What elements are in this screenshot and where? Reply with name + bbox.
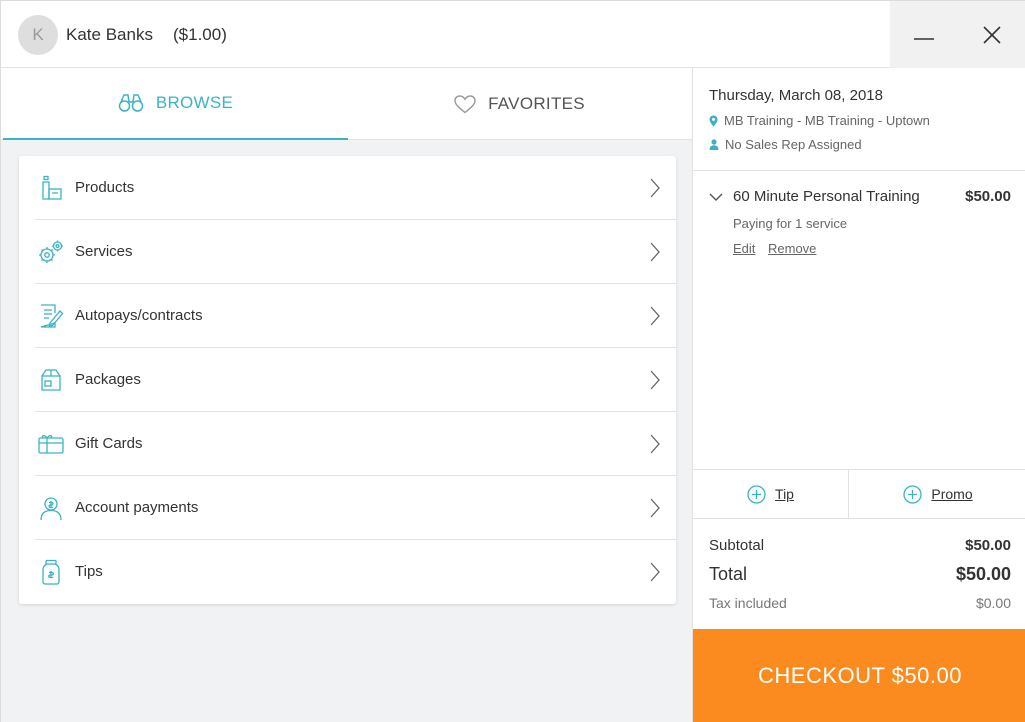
browse-item-tips[interactable]: Tips <box>35 540 676 604</box>
chevron-right-icon <box>650 306 660 326</box>
window-controls <box>890 1 1025 68</box>
add-tip-button[interactable]: Tip <box>693 470 849 518</box>
close-icon <box>983 25 1001 44</box>
checkout-window: K Kate Banks ($1.00) BROWSE FAVORITES Pr… <box>0 0 1025 722</box>
chevron-right-icon <box>650 434 660 454</box>
plus-circle-icon <box>747 484 766 504</box>
contract-icon <box>40 304 64 328</box>
tab-favorites-label: FAVORITES <box>488 94 585 113</box>
add-promo-button[interactable]: Promo <box>849 470 1025 518</box>
remove-link[interactable]: Remove <box>768 241 816 256</box>
subtotal-value: $50.00 <box>965 537 1011 554</box>
promo-label: Promo <box>931 486 973 502</box>
cart-panel: Thursday, March 08, 2018 MB Training - M… <box>692 68 1025 722</box>
chevron-right-icon <box>650 498 660 518</box>
account-icon <box>40 497 62 521</box>
divider <box>693 518 1025 519</box>
total-value: $50.00 <box>955 564 1011 584</box>
chevron-down-icon[interactable] <box>709 192 723 202</box>
browse-panel: BROWSE FAVORITES Products Services Autop… <box>1 68 692 722</box>
browse-item-label: Products <box>75 179 135 196</box>
chevron-right-icon <box>650 370 660 390</box>
chevron-right-icon <box>650 178 660 198</box>
tip-label: Tip <box>775 486 794 502</box>
browse-item-label: Tips <box>75 563 103 580</box>
gift-card-icon <box>38 435 64 454</box>
tip-jar-icon <box>42 559 60 585</box>
tax-label: Tax included <box>709 595 787 611</box>
client-name[interactable]: Kate Banks <box>66 25 153 45</box>
tab-favorites[interactable]: FAVORITES <box>347 68 692 140</box>
person-icon <box>709 139 719 150</box>
browse-item-label: Packages <box>75 371 141 388</box>
products-icon <box>42 175 62 200</box>
browse-item-products[interactable]: Products <box>35 156 676 220</box>
browse-list: Products Services Autopays/contracts Pac… <box>19 156 676 604</box>
plus-circle-icon <box>903 484 923 504</box>
browse-item-gift-cards[interactable]: Gift Cards <box>35 412 676 476</box>
heart-icon <box>454 94 476 113</box>
browse-item-autopays-contracts[interactable]: Autopays/contracts <box>35 284 676 348</box>
line-item-name: 60 Minute Personal Training <box>733 188 920 205</box>
cart-sales-rep-text: No Sales Rep Assigned <box>725 137 862 152</box>
cart-location-text: MB Training - MB Training - Uptown <box>724 113 930 128</box>
browse-item-account-payments[interactable]: Account payments <box>35 476 676 540</box>
line-item-price: $50.00 <box>965 188 1011 205</box>
package-icon <box>41 369 61 391</box>
location-pin-icon <box>709 115 718 126</box>
browse-tabs: BROWSE FAVORITES <box>1 68 692 140</box>
client-header: K Kate Banks ($1.00) <box>1 1 1025 68</box>
edit-link[interactable]: Edit <box>733 241 755 256</box>
tab-browse[interactable]: BROWSE <box>3 68 348 140</box>
browse-item-label: Account payments <box>75 499 199 516</box>
line-item-subtitle: Paying for 1 service <box>733 216 848 231</box>
checkout-button[interactable]: CHECKOUT $50.00 <box>693 629 1025 722</box>
subtotal-label: Subtotal <box>709 537 765 554</box>
chevron-right-icon <box>650 242 660 262</box>
minimize-icon <box>914 37 934 40</box>
tab-browse-label: BROWSE <box>155 93 234 112</box>
cart-location: MB Training - MB Training - Uptown <box>709 113 930 128</box>
browse-item-services[interactable]: Services <box>35 220 676 284</box>
cart-sales-rep[interactable]: No Sales Rep Assigned <box>709 137 862 152</box>
client-balance: ($1.00) <box>173 25 227 44</box>
chevron-right-icon <box>650 562 660 582</box>
cart-date: Thursday, March 08, 2018 <box>709 87 883 104</box>
avatar[interactable]: K <box>18 15 58 55</box>
binoculars-icon <box>118 94 144 112</box>
close-button[interactable] <box>958 1 1025 68</box>
browse-item-label: Autopays/contracts <box>75 307 203 324</box>
minimize-button[interactable] <box>890 1 958 68</box>
tax-value: $0.00 <box>975 595 1011 611</box>
browse-item-label: Gift Cards <box>75 435 143 452</box>
divider <box>693 170 1025 171</box>
browse-item-label: Services <box>75 243 133 260</box>
gears-icon <box>39 240 63 263</box>
browse-item-packages[interactable]: Packages <box>35 348 676 412</box>
total-label: Total <box>709 564 748 584</box>
